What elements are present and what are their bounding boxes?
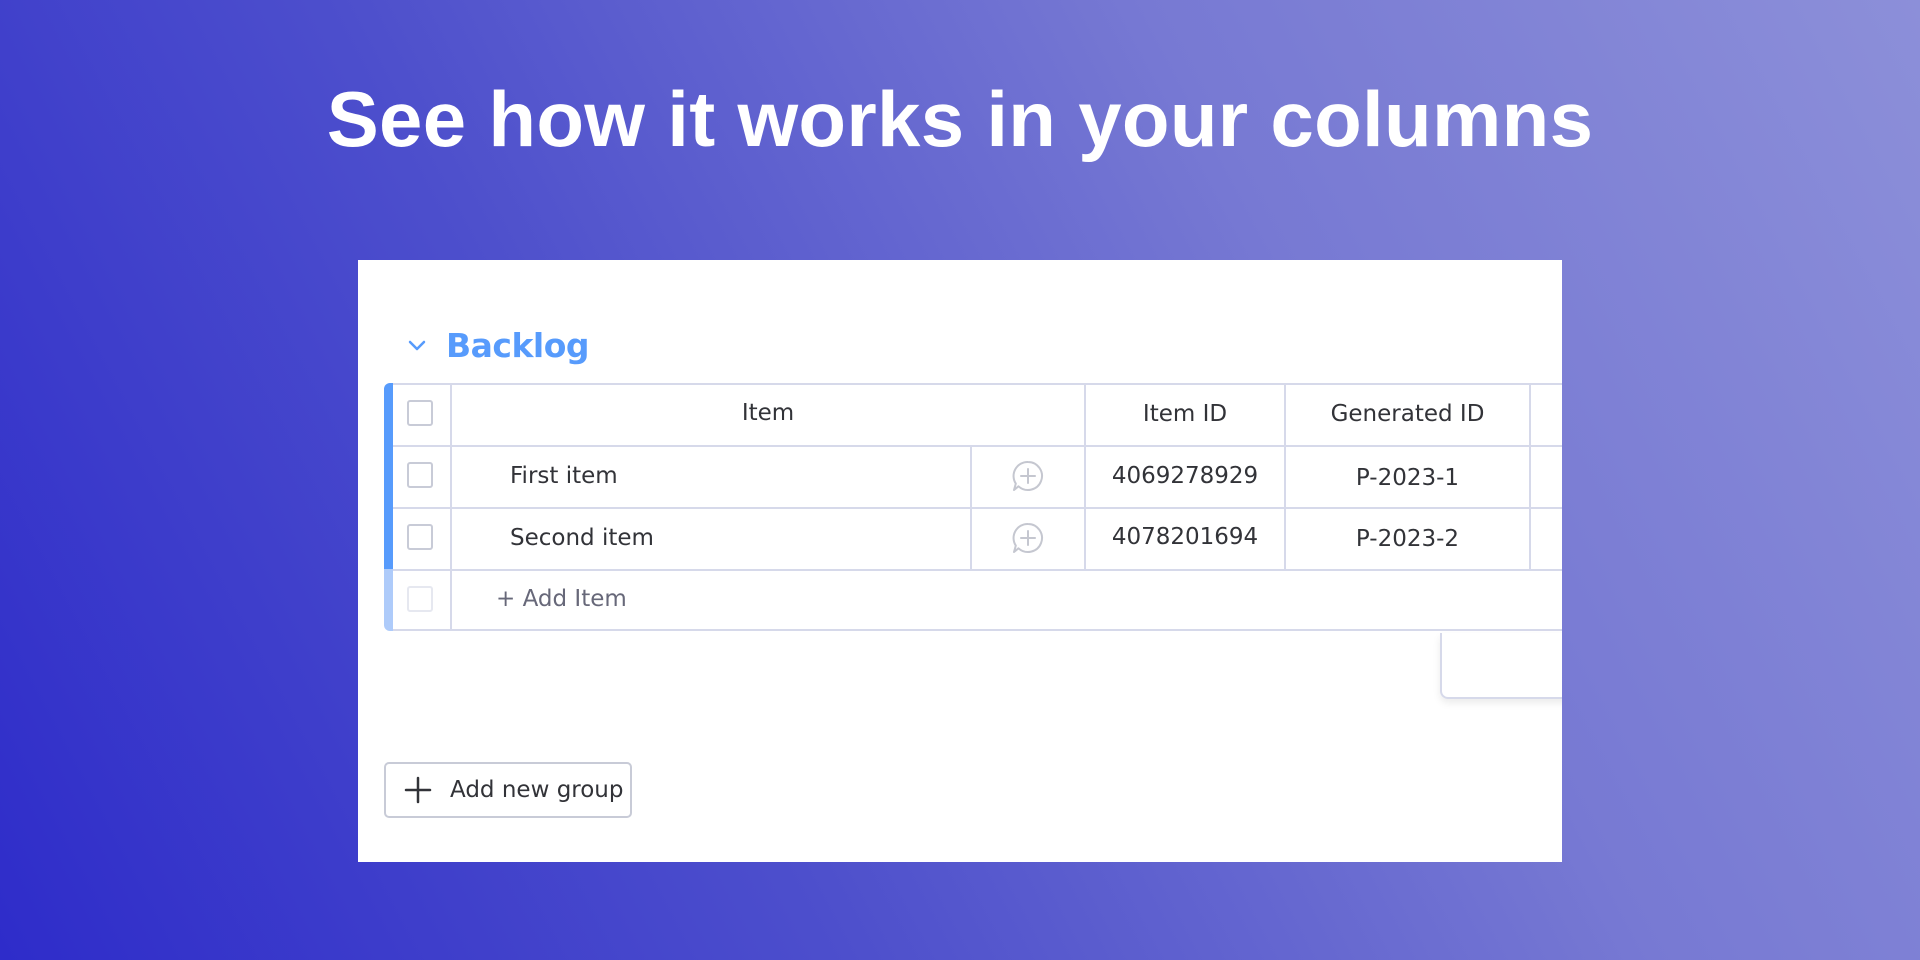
add-item-checkbox (407, 586, 433, 612)
row-divider (393, 445, 1562, 447)
row-divider (393, 507, 1562, 509)
column-divider (1529, 383, 1531, 569)
add-update-icon[interactable] (1010, 520, 1046, 556)
generated-id-value: P-2023-1 (1355, 465, 1460, 491)
column-header-generated-id[interactable]: Generated ID (1286, 401, 1529, 427)
item-id-value: 4078201694 (1111, 524, 1259, 550)
item-name[interactable]: Second item (510, 525, 654, 551)
add-item-button[interactable]: + Add Item (496, 586, 627, 612)
chevron-down-icon[interactable] (404, 333, 430, 359)
item-id-value: 4069278929 (1111, 463, 1259, 489)
board-table: Item Item ID Generated ID First item 406… (384, 383, 1562, 631)
add-new-group-button[interactable]: Add new group (384, 762, 632, 818)
table-border-bottom (393, 629, 1562, 631)
group-color-bar-add-row (384, 569, 393, 631)
item-name[interactable]: First item (510, 463, 618, 489)
row-checkbox[interactable] (407, 524, 433, 550)
add-update-icon[interactable] (1010, 458, 1046, 494)
select-all-checkbox[interactable] (407, 400, 433, 426)
group-header[interactable]: Backlog (404, 326, 590, 365)
page-headline: See how it works in your columns (326, 75, 1594, 163)
group-title[interactable]: Backlog (446, 326, 590, 365)
row-checkbox[interactable] (407, 462, 433, 488)
table-border-top (393, 383, 1562, 385)
add-new-group-label: Add new group (450, 777, 624, 803)
group-color-bar (384, 383, 393, 569)
column-summary-footer (1440, 633, 1562, 699)
board-screenshot: Backlog Item Item ID Generated ID First … (358, 260, 1562, 862)
column-divider (970, 445, 972, 569)
row-divider (393, 569, 1562, 571)
plus-icon (404, 776, 432, 804)
column-header-item-id[interactable]: Item ID (1086, 401, 1284, 427)
generated-id-value: P-2023-2 (1355, 526, 1460, 552)
column-header-item[interactable]: Item (452, 400, 1084, 426)
